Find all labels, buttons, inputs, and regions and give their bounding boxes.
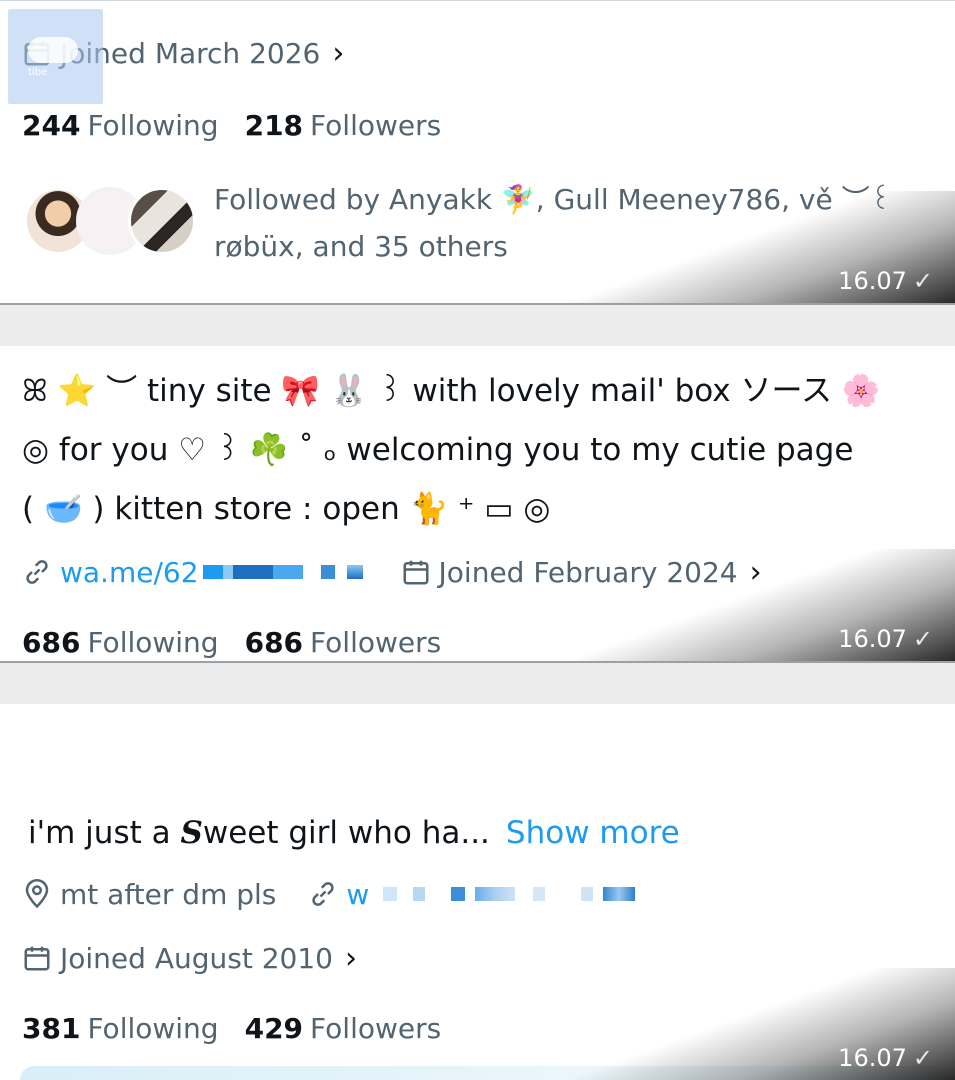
joined-date[interactable]: Joined February 2024 xyxy=(439,556,738,589)
timestamp: 16.07 ✓ xyxy=(838,267,933,295)
check-icon: ✓ xyxy=(912,1044,933,1072)
followers-stat[interactable]: 218 Followers xyxy=(245,109,442,142)
website-link[interactable]: wa.me/62 xyxy=(60,556,199,589)
link-icon xyxy=(308,879,338,909)
location-text: mt after dm pls xyxy=(60,877,277,911)
timestamp: 16.07 ✓ xyxy=(838,1044,933,1072)
chevron-right-icon: › xyxy=(332,35,345,71)
followed-by-text[interactable]: Followed by Anyakk 🧚‍♀️, Gull Meeney786,… xyxy=(214,176,891,270)
follow-stats: 381 Following 429 Followers xyxy=(22,1006,441,1050)
chevron-right-icon: › xyxy=(749,554,762,590)
link-icon xyxy=(22,557,52,587)
show-more-link[interactable]: Show more xyxy=(506,815,680,851)
meta-row: mt after dm pls w xyxy=(22,872,636,916)
following-stat[interactable]: 686 Following xyxy=(22,626,219,659)
avatar xyxy=(128,187,196,255)
joined-row[interactable]: Joined August 2010 › xyxy=(22,936,357,980)
following-stat[interactable]: 244 Following xyxy=(22,109,219,142)
followers-stat[interactable]: 686 Followers xyxy=(245,626,442,659)
profile-card-2: ꕤ ⭐ ︶ tiny site 🎀 🐰 ꒱ with lovely mail' … xyxy=(0,346,955,663)
location-pin-icon xyxy=(22,879,52,909)
check-icon: ✓ xyxy=(912,625,933,653)
follow-stats: 244 Following 218 Followers xyxy=(22,103,441,147)
website-link[interactable]: w xyxy=(346,878,369,911)
next-content-edge xyxy=(20,1066,950,1080)
followers-stat[interactable]: 429 Followers xyxy=(245,1012,442,1045)
profile-card-3: i'm just a S weet girl who ha... Show mo… xyxy=(0,704,955,1080)
follow-stats: 686 Following 686 Followers xyxy=(22,620,442,661)
profile-card-1: Joined March 2026 › 244 Following 218 Foll… xyxy=(0,0,955,305)
calendar-icon xyxy=(22,943,52,973)
followed-by-avatars[interactable] xyxy=(24,187,196,259)
calendar-icon xyxy=(401,557,431,587)
check-icon: ✓ xyxy=(912,267,933,295)
joined-date: Joined August 2010 xyxy=(60,941,333,975)
following-stat[interactable]: 381 Following xyxy=(22,1012,219,1045)
profile-bio: i'm just a S weet girl who ha... Show mo… xyxy=(28,815,680,851)
meta-row: wa.me/62 Joined February 2024 › xyxy=(22,550,762,594)
timestamp: 16.07 ✓ xyxy=(838,625,933,653)
watermark-logo: tibe xyxy=(8,9,103,104)
profile-bio: ꕤ ⭐ ︶ tiny site 🎀 🐰 ꒱ with lovely mail' … xyxy=(22,373,881,527)
chevron-right-icon: › xyxy=(344,940,357,976)
